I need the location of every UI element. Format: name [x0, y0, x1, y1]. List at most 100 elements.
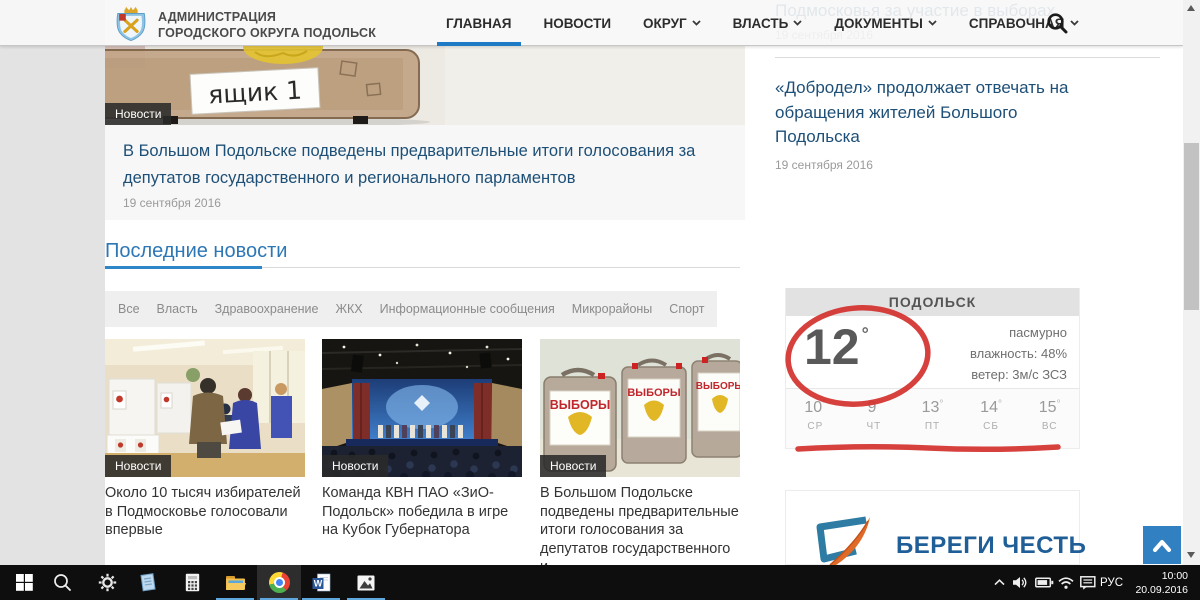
- taskbar-photos-button[interactable]: [344, 565, 388, 600]
- chevron-up-icon: [1152, 539, 1172, 552]
- sidebar-article-title[interactable]: «Добродел» продолжает отвечать на обраще…: [775, 76, 1085, 150]
- tray-network-button[interactable]: [1056, 565, 1076, 600]
- news-card-title[interactable]: Команда КВН ПАО «ЗиО-Подольск» победила …: [322, 484, 522, 540]
- nav-item-news[interactable]: НОВОСТИ: [544, 0, 612, 46]
- featured-article-title[interactable]: В Большом Подольске подведены предварите…: [123, 138, 703, 191]
- svg-text:W: W: [313, 579, 322, 589]
- filter-tab-all[interactable]: Все: [118, 302, 140, 316]
- photos-icon: [357, 575, 375, 591]
- heading-divider: [105, 267, 740, 268]
- weather-conditions: пасмурно влажность: 48% ветер: 3м/с ЗСЗ: [970, 323, 1067, 385]
- notepad-icon: [139, 573, 157, 592]
- ballot-box-text: ВЫБОРЫ: [627, 387, 681, 399]
- featured-article-image[interactable]: ящик 1 Новости: [105, 46, 745, 125]
- ballot-box-text: ВЫБОРЫ: [550, 398, 611, 412]
- news-card-title[interactable]: Около 10 тысяч избирателей в Подмосковье…: [105, 484, 305, 540]
- news-card-image[interactable]: Новости: [322, 339, 522, 477]
- degree-symbol: °: [939, 399, 943, 410]
- beregi-chest-logo: [802, 513, 890, 569]
- site-title-line1: АДМИНИСТРАЦИЯ: [158, 9, 376, 25]
- search-icon[interactable]: [1046, 12, 1068, 34]
- forecast-day-label: ВС: [1020, 421, 1079, 432]
- podolsk-coat-of-arms-logo[interactable]: [112, 5, 150, 41]
- tray-notifications-button[interactable]: [1078, 565, 1098, 600]
- taskbar-chrome-button[interactable]: [257, 565, 301, 600]
- taskbar-settings-button[interactable]: [85, 565, 129, 600]
- forecast-day: 10° СР: [786, 389, 845, 448]
- news-card-image[interactable]: Новости: [105, 339, 305, 477]
- ballot-box-label-text: ящик 1: [207, 76, 302, 110]
- browser-scrollbar[interactable]: [1183, 0, 1200, 565]
- banner-title: БЕРЕГИ ЧЕСТЬ: [896, 532, 1086, 560]
- news-card-image[interactable]: ВЫБОРЫ ВЫБОРЫ ВЫБОРЫ Новости: [540, 339, 740, 477]
- notification-icon: [1080, 576, 1096, 590]
- weather-wind: ветер: 3м/с ЗСЗ: [970, 365, 1067, 386]
- search-icon: [53, 573, 72, 592]
- forecast-day: 14° СБ: [962, 389, 1021, 448]
- news-category-badge: Новости: [322, 455, 388, 477]
- forecast-day-label: ПТ: [903, 421, 962, 432]
- filter-tab-info[interactable]: Информационные сообщения: [380, 302, 555, 316]
- windows-taskbar: W: [0, 565, 1200, 600]
- latest-news-heading: Последние новости: [105, 240, 287, 263]
- filter-tab-health[interactable]: Здравоохранение: [215, 302, 319, 316]
- news-card-title[interactable]: В Большом Подольске подведены предварите…: [540, 484, 740, 577]
- forecast-day-label: ЧТ: [845, 421, 904, 432]
- scrollbar-up-arrow[interactable]: [1187, 5, 1195, 11]
- filter-tab-government[interactable]: Власть: [157, 302, 198, 316]
- ballot-box-text: ВЫБОРЫ: [696, 381, 740, 392]
- filter-tab-districts[interactable]: Микрорайоны: [572, 302, 653, 316]
- chevron-down-icon: [928, 20, 937, 26]
- main-navigation: ГЛАВНАЯ НОВОСТИ ОКРУГ ВЛАСТЬ ДОКУМЕНТЫ С…: [446, 0, 1079, 46]
- tray-date: 20.09.2016: [1135, 583, 1188, 597]
- scrollbar-down-arrow[interactable]: [1187, 552, 1195, 558]
- wifi-icon: [1058, 577, 1074, 589]
- folder-icon: [225, 574, 246, 591]
- back-to-top-button[interactable]: [1143, 526, 1181, 564]
- weather-widget: ПОДОЛЬСК 12° пасмурно влажность: 48% вет…: [785, 288, 1080, 449]
- tray-battery-button[interactable]: [1033, 565, 1055, 600]
- chevron-down-icon: [1070, 20, 1079, 26]
- tray-language-indicator[interactable]: РУС: [1100, 565, 1123, 600]
- featured-article-card: ящик 1 Новости В Большом Подольске подве…: [105, 46, 745, 220]
- tray-clock[interactable]: 10:00 20.09.2016: [1135, 569, 1188, 597]
- taskbar-notepad-button[interactable]: [126, 565, 170, 600]
- news-category-badge: Новости: [105, 455, 171, 477]
- chevron-up-icon: [994, 579, 1005, 586]
- forecast-day-label: СР: [786, 421, 845, 432]
- tray-volume-button[interactable]: [1010, 565, 1030, 600]
- chrome-icon: [269, 572, 290, 593]
- news-card: Новости Около 10 тысяч избирателей в Под…: [105, 339, 305, 540]
- word-icon: W: [312, 573, 331, 592]
- desktop-screen: Подмосковья за участие в выборах 19 сент…: [0, 0, 1200, 600]
- news-card: ВЫБОРЫ ВЫБОРЫ ВЫБОРЫ Новости: [540, 339, 740, 577]
- battery-icon: [1035, 577, 1054, 588]
- beregi-chest-banner[interactable]: БЕРЕГИ ЧЕСТЬ: [785, 490, 1080, 565]
- site-header: АДМИНИСТРАЦИЯ ГОРОДСКОГО ОКРУГА ПОДОЛЬСК…: [0, 0, 1183, 46]
- taskbar-word-button[interactable]: W: [299, 565, 343, 600]
- news-filter-bar: Все Власть Здравоохранение ЖКХ Информаци…: [105, 291, 717, 327]
- speaker-icon: [1012, 576, 1028, 589]
- taskbar-search-button[interactable]: [40, 565, 84, 600]
- forecast-day: 15° ВС: [1020, 389, 1079, 448]
- taskbar-file-explorer-button[interactable]: [213, 565, 257, 600]
- degree-symbol: °: [876, 399, 880, 410]
- filter-tab-utilities[interactable]: ЖКХ: [335, 302, 362, 316]
- tray-show-hidden-icons-button[interactable]: [990, 565, 1008, 600]
- sidebar-article: «Добродел» продолжает отвечать на обраще…: [775, 76, 1085, 172]
- nav-item-home[interactable]: ГЛАВНАЯ: [446, 0, 512, 46]
- filter-tab-sport[interactable]: Спорт: [669, 302, 704, 316]
- nav-item-government[interactable]: ВЛАСТЬ: [733, 0, 803, 46]
- tray-time: 10:00: [1135, 569, 1188, 583]
- chevron-down-icon: [793, 20, 802, 26]
- nav-item-district[interactable]: ОКРУГ: [643, 0, 701, 46]
- nav-item-documents[interactable]: ДОКУМЕНТЫ: [834, 0, 937, 46]
- scrollbar-thumb[interactable]: [1184, 143, 1199, 310]
- chevron-down-icon: [692, 20, 701, 26]
- ballot-box-photo: ящик 1: [105, 46, 745, 125]
- degree-symbol: °: [1057, 399, 1061, 410]
- news-category-badge: Новости: [105, 103, 171, 125]
- news-card: Новости Команда КВН ПАО «ЗиО-Подольск» п…: [322, 339, 522, 540]
- site-title-line2: ГОРОДСКОГО ОКРУГА ПОДОЛЬСК: [158, 25, 376, 41]
- taskbar-calculator-button[interactable]: [170, 565, 214, 600]
